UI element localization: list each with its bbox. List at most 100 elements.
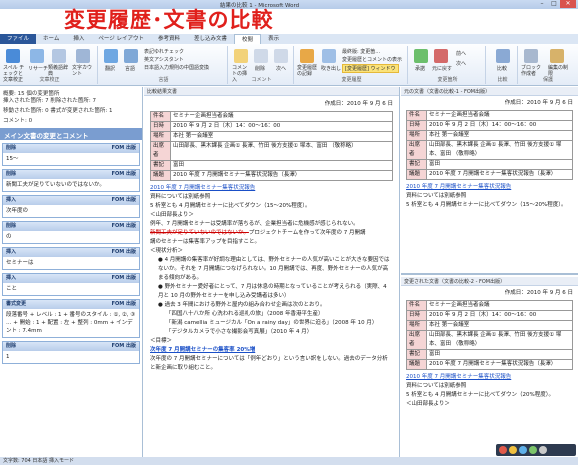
- table-value: セミナー企画担当者会議: [426, 110, 573, 121]
- meeting-info-table: 件名 セミナー企画担当者会議 日時 2010 年 9 月 2 日（木）14：00～1…: [150, 111, 393, 181]
- tray-app-icon[interactable]: [509, 446, 517, 454]
- next-comment-icon[interactable]: [274, 49, 288, 63]
- tab-references[interactable]: 参考資料: [151, 34, 187, 44]
- doc-heading: 2010 年度 7 月開講セミナー集客状況報告: [150, 185, 256, 191]
- tab-page-layout[interactable]: ページ レイアウト: [91, 34, 151, 44]
- reject-icon[interactable]: [434, 49, 448, 63]
- revision-item[interactable]: 削除 FOM 出版 15～: [2, 143, 140, 166]
- wordcount-icon[interactable]: [76, 49, 90, 63]
- minimize-button[interactable]: –: [536, 0, 548, 8]
- bullet-item: ● 野外セミナー愛好者にとって、7 月は休息の時期となっていることが考えられる（…: [158, 284, 387, 299]
- restrict-editing-icon[interactable]: [550, 49, 564, 63]
- revision-item[interactable]: 挿入 FOM 出版 こと: [2, 273, 140, 296]
- delete-comment-icon[interactable]: [254, 49, 268, 63]
- doc-paragraph: 講のセミナーは集客率アップを目指すこと。: [150, 239, 261, 245]
- doc-paragraph: 次年度の 7 月開講セミナーについては「例年どおり」という言い訳をしない。過去の…: [150, 356, 388, 371]
- spelling-icon[interactable]: [6, 49, 20, 63]
- final-changes-select[interactable]: 最終版: 変更箇…: [342, 48, 380, 55]
- language-button[interactable]: 言語: [125, 65, 135, 72]
- tab-view[interactable]: 表示: [261, 34, 286, 44]
- doc-paragraph: 資料については別紙参照: [150, 194, 211, 200]
- revision-item[interactable]: 書式変更 FOM 出版 段落番号 + レベル : 1 + 番号のスタイル : ①,…: [2, 299, 140, 338]
- language-icon[interactable]: [124, 49, 138, 63]
- group-protect: ブロック作成者 編集の制限 保護: [520, 46, 576, 84]
- compare-icon[interactable]: [496, 49, 510, 63]
- revision-type: 削除: [6, 171, 17, 177]
- accept-icon[interactable]: [414, 49, 428, 63]
- show-markup-button[interactable]: 変更履歴とコメントの表示: [342, 56, 402, 63]
- summary-line: コメント: 0: [3, 118, 33, 124]
- balloon-icon[interactable]: [322, 49, 336, 63]
- table-key: 書記: [406, 349, 427, 360]
- original-document[interactable]: 作成日：2010 年 9 月 6 日 件名 セミナー企画担当者会議 日時 2010 …: [401, 96, 578, 213]
- prev-change-button[interactable]: 前へ: [456, 50, 466, 57]
- compare-button[interactable]: 比較: [497, 65, 507, 72]
- table-value: 2010 年 9 月 2 日（木）14：00～16：00: [426, 310, 573, 321]
- balloon-button[interactable]: 吹き出し: [321, 65, 341, 72]
- compared-document-pane: 比較結果文書 作成日：2010 年 9 月 6 日 件名 セミナー企画担当者会議 …: [144, 87, 400, 457]
- tray-app-icon[interactable]: [539, 446, 547, 454]
- ribbon-tabs: ファイル ホーム 挿入 ページ レイアウト 参考資料 差し込み文書 校閲 表示: [0, 34, 578, 44]
- revision-type: 挿入: [6, 197, 17, 203]
- group-language: 翻訳 言語 表記ゆれチェック 英文アシスタント 日本語入力規則の中国語変換 言語: [100, 46, 228, 84]
- delete-comment-button[interactable]: 削除: [255, 65, 265, 72]
- next-change-button[interactable]: 次へ: [456, 60, 466, 67]
- sub-item: 「デジタルカメラで小さな撮影会写真展」（2010 年 4 月）: [166, 329, 313, 335]
- track-changes-icon[interactable]: [300, 49, 314, 63]
- revision-item[interactable]: 削除 FOM 出版 の: [2, 221, 140, 244]
- tray-app-icon[interactable]: [499, 446, 507, 454]
- revision-author: FOM 出版: [111, 343, 136, 349]
- next-comment-button[interactable]: 次へ: [276, 65, 286, 72]
- table-value: 2010 年度 7 月開講セミナー集客状況報告（長澤）: [170, 170, 393, 181]
- translate-button[interactable]: 翻訳: [105, 65, 115, 72]
- group-label-compare: 比較: [497, 77, 508, 83]
- tab-insert[interactable]: 挿入: [66, 34, 91, 44]
- table-value: 2010 年 9 月 2 日（木）14：00～16：00: [426, 120, 573, 131]
- revision-author: FOM 出版: [111, 223, 136, 229]
- close-button[interactable]: ✕: [560, 0, 576, 8]
- translate-assist-button[interactable]: 英文アシスタント: [144, 56, 184, 63]
- table-value: セミナー企画担当者会議: [426, 300, 573, 311]
- tray-app-icon[interactable]: [519, 446, 527, 454]
- compared-document[interactable]: 作成日：2010 年 9 月 6 日 件名 セミナー企画担当者会議 日時 2010 …: [144, 96, 399, 457]
- research-button[interactable]: リサーチ: [28, 65, 48, 72]
- research-icon[interactable]: [30, 49, 44, 63]
- main-document-section: メイン文書の変更とコメント: [0, 128, 142, 140]
- revision-item[interactable]: 削除 FOM 出版 1: [2, 341, 140, 364]
- table-value: 山田部長、黒木課長 企画① 長澤、竹田 後方支援① 塚本、富田 （敬称略）: [426, 330, 573, 350]
- translate-icon[interactable]: [104, 49, 118, 63]
- revision-item[interactable]: 挿入 FOM 出版 次年度の: [2, 195, 140, 218]
- group-label-proofing: 文章校正: [39, 77, 60, 83]
- review-window-button[interactable]: [変更履歴] ウィンドウ: [342, 64, 399, 73]
- tab-review[interactable]: 校閲: [234, 34, 262, 44]
- table-value: 富田: [170, 160, 393, 171]
- table-key: 出席者: [406, 330, 427, 350]
- ime-check-button[interactable]: 表記ゆれチェック: [144, 48, 184, 55]
- tab-file[interactable]: ファイル: [0, 34, 37, 44]
- tab-home[interactable]: ホーム: [36, 34, 66, 44]
- reject-button[interactable]: 元に戻す: [432, 65, 452, 72]
- revision-text: の: [6, 234, 12, 240]
- pane-title: 比較結果文書: [144, 87, 399, 96]
- group-changes: 承諾 元に戻す 前へ 次へ 変更箇所: [410, 46, 486, 84]
- table-key: 日時: [406, 310, 427, 321]
- table-value: 本社 第一会議室: [170, 131, 393, 142]
- created-date: 作成日：2010 年 9 月 6 日: [324, 101, 393, 107]
- accept-button[interactable]: 承諾: [415, 65, 425, 72]
- table-value: 本社 第一会議室: [426, 320, 573, 331]
- revision-item[interactable]: 削除 FOM 出版 新聞工夫が足りていないのではないか。: [2, 169, 140, 192]
- table-value: 山田部長、黒木課長 企画① 長澤、竹田 後方支援① 塚本、富田 （敬称略）: [170, 141, 393, 161]
- thesaurus-icon[interactable]: [52, 49, 66, 63]
- new-comment-icon[interactable]: [234, 49, 248, 63]
- deleted-text: 新聞工夫が足りていないのではないか。: [150, 230, 249, 236]
- revision-item[interactable]: 挿入 FOM 出版 セミナーは: [2, 247, 140, 270]
- tray-app-icon[interactable]: [529, 446, 537, 454]
- banner-title: 変更履歴･文書の比較: [64, 8, 274, 32]
- table-key: 場所: [406, 320, 427, 331]
- tab-mailings[interactable]: 差し込み文書: [187, 34, 234, 44]
- maximize-button[interactable]: □: [548, 0, 560, 8]
- block-authors-icon[interactable]: [524, 49, 538, 63]
- revised-document[interactable]: 作成日：2010 年 9 月 6 日 件名 セミナー企画担当者会議 日時 2010 …: [401, 286, 578, 412]
- table-key: 日時: [406, 120, 427, 131]
- jp-zh-button[interactable]: 日本語入力規則の中国語変換: [144, 64, 209, 71]
